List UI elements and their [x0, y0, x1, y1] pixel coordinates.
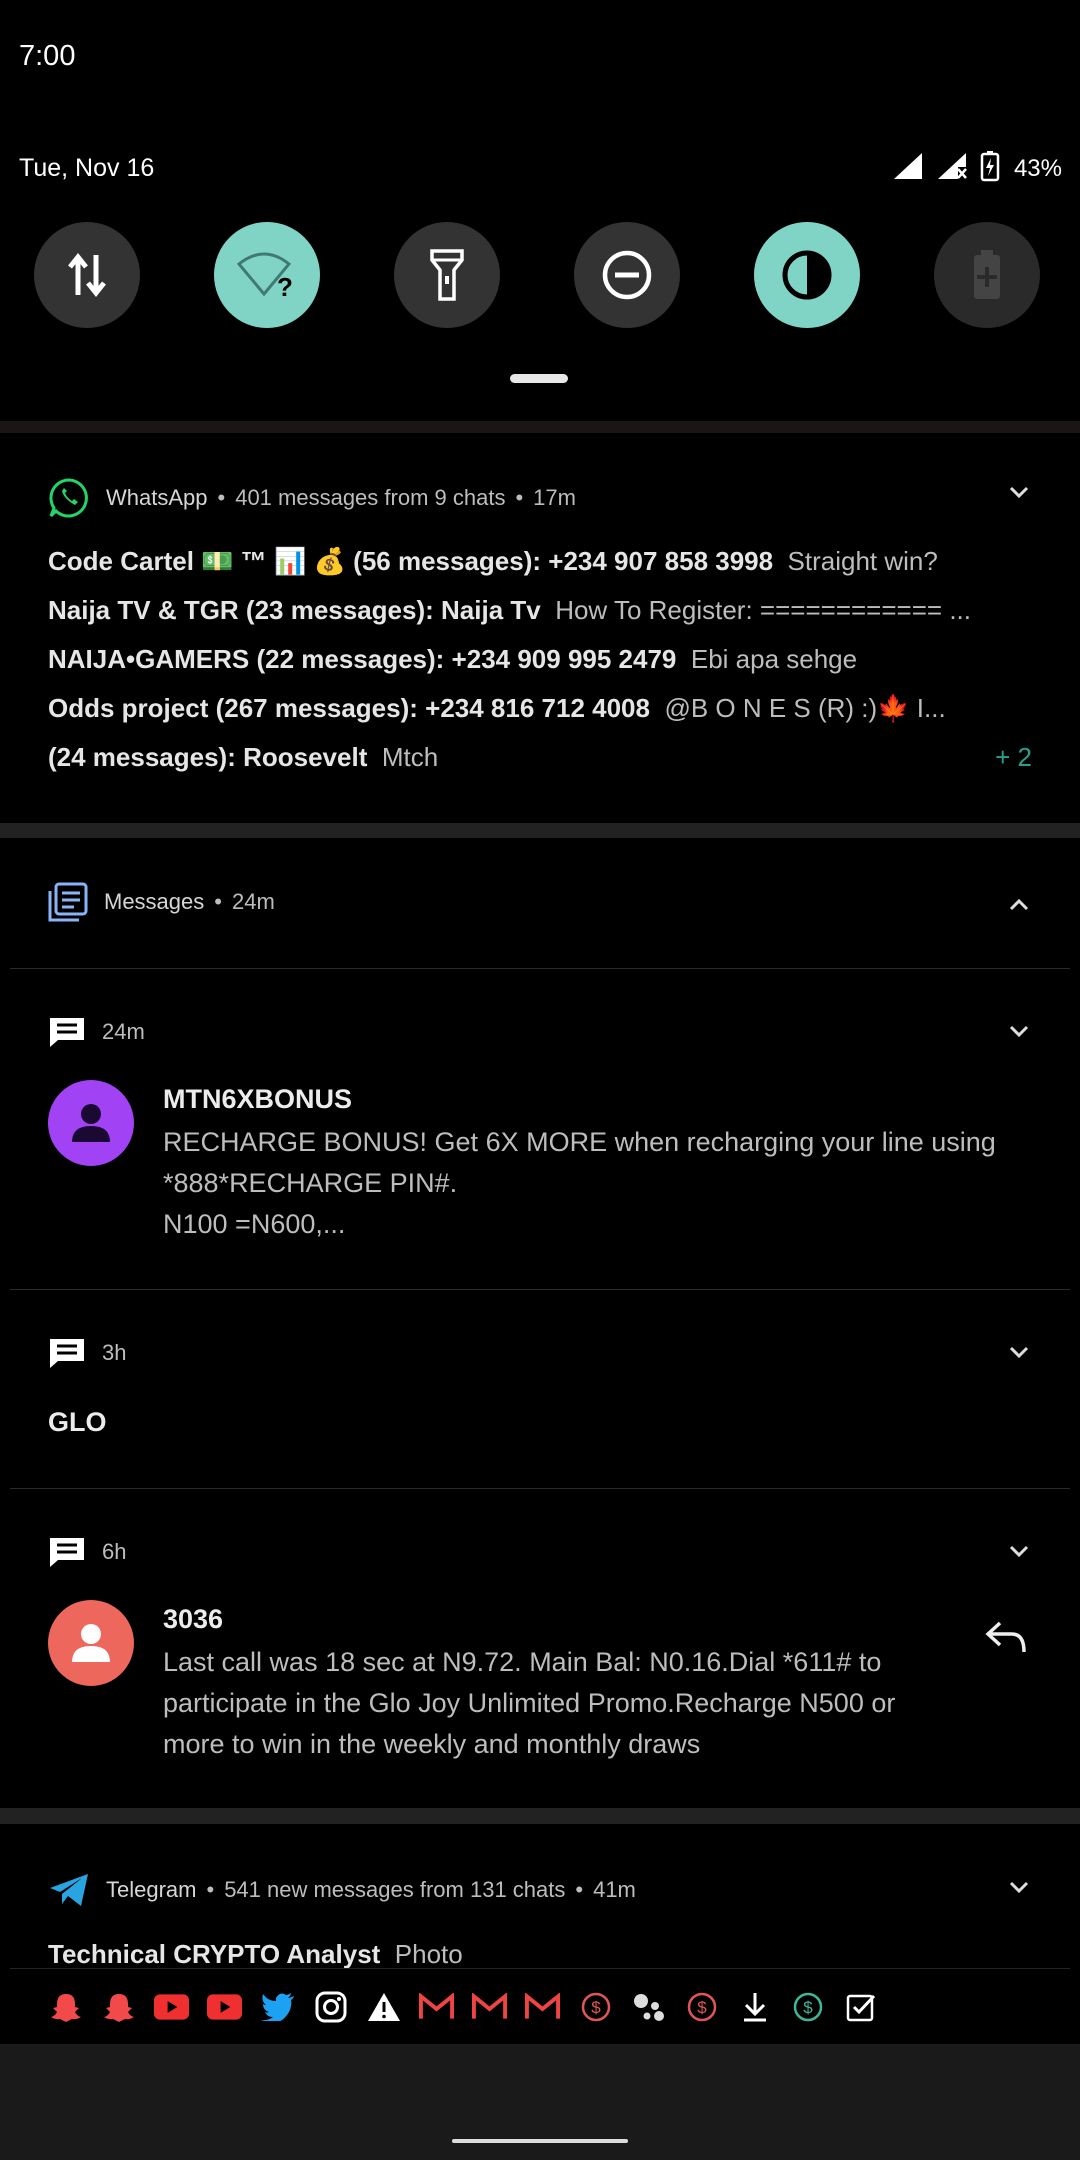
notification-time: 41m	[593, 1877, 636, 1902]
notification-icon-tray: $ $ $	[10, 1968, 1070, 2044]
snapchat-icon	[101, 1989, 136, 2024]
sms-icon	[50, 1018, 84, 1047]
youtube-icon	[207, 1989, 242, 2024]
telegram-line: Technical CRYPTO Analyst Photo	[48, 1939, 463, 1968]
messages-header: Messages • 24m	[48, 882, 275, 922]
message-item-header: 24m	[48, 1016, 145, 1048]
dark-theme-icon	[782, 250, 832, 300]
message-body: Last call was 18 sec at N9.72. Main Bal:…	[163, 1647, 896, 1759]
message-sender: MTN6XBONUS	[163, 1084, 353, 1114]
checkbox-icon	[843, 1989, 878, 2024]
gesture-nav-bar[interactable]	[452, 2139, 628, 2143]
panel-drag-handle[interactable]	[510, 374, 568, 383]
youtube-icon	[154, 1989, 189, 2024]
message-item-header: 6h	[48, 1536, 126, 1568]
battery-percent: 43%	[1013, 154, 1062, 182]
app-name: Telegram	[106, 1877, 197, 1902]
message-sender: 3036	[163, 1604, 224, 1634]
svg-text:?: ?	[277, 272, 293, 300]
quick-settings-row: ?	[34, 222, 1040, 328]
battery-saver-tile[interactable]	[934, 222, 1040, 328]
wifi-tile[interactable]: ?	[214, 222, 320, 328]
whatsapp-line: (24 messages): Roosevelt Mtch	[48, 742, 439, 772]
chevron-down-icon[interactable]	[1008, 1345, 1030, 1364]
assistant-icon	[631, 1989, 666, 2024]
whatsapp-header: WhatsApp • 401 messages from 9 chats • 1…	[48, 477, 576, 519]
person-icon	[72, 1104, 110, 1142]
whatsapp-line: Naija TV & TGR (23 messages): Naija Tv H…	[48, 595, 971, 625]
chevron-down-icon[interactable]	[1008, 1880, 1030, 1899]
app-name: Messages	[104, 889, 205, 914]
date-label[interactable]: Tue, Nov 16	[19, 154, 154, 183]
dark-theme-tile[interactable]	[754, 222, 860, 328]
sms-icon	[50, 1339, 84, 1368]
status-bar-time: 7:00	[19, 40, 76, 72]
mobile-data-tile[interactable]	[34, 222, 140, 328]
card-gap	[0, 1808, 1080, 1824]
do-not-disturb-tile[interactable]	[574, 222, 680, 328]
svg-text:$: $	[591, 1998, 601, 2017]
download-icon	[737, 1989, 772, 2024]
battery-saver-icon	[974, 250, 1000, 299]
dollar-icon: $	[790, 1989, 825, 2024]
notification-time: 24m	[231, 889, 275, 914]
instagram-icon	[313, 1989, 348, 2024]
reply-icon[interactable]	[984, 1620, 1028, 1659]
twitter-icon	[260, 1989, 295, 2024]
person-icon	[72, 1624, 110, 1662]
notification-summary: 401 messages from 9 chats	[235, 485, 506, 510]
telegram-notification[interactable]: Telegram • 541 new messages from 131 cha…	[10, 1824, 1070, 1968]
wallpaper-strip	[0, 421, 1080, 433]
messages-notification-group[interactable]: Messages • 24m 24m MTN6XBONUS RECHARGE B…	[10, 838, 1070, 1808]
whatsapp-line: Odds project (267 messages): +234 816 71…	[48, 693, 946, 723]
notification-summary: 541 new messages from 131 chats	[224, 1877, 566, 1902]
system-icons: 43%	[892, 150, 1062, 187]
whatsapp-notification[interactable]: WhatsApp • 401 messages from 9 chats • 1…	[10, 433, 1070, 823]
message-body: RECHARGE BONUS! Get 6X MORE when recharg…	[163, 1127, 996, 1239]
message-time: 3h	[102, 1340, 127, 1365]
card-gap	[0, 823, 1080, 838]
dollar-icon: $	[684, 1989, 719, 2024]
svg-text:$: $	[803, 1998, 813, 2017]
battery-charging-icon	[980, 150, 1000, 187]
telegram-header: Telegram • 541 new messages from 131 cha…	[48, 1872, 636, 1908]
mobile-data-icon	[68, 252, 106, 298]
flashlight-tile[interactable]	[394, 222, 500, 328]
messages-icon	[48, 882, 88, 922]
cell-signal-icon	[892, 151, 924, 186]
gmail-icon	[419, 1989, 454, 2024]
svg-text:$: $	[697, 1998, 707, 2017]
message-time: 24m	[102, 1019, 145, 1044]
chevron-down-icon[interactable]	[1008, 1544, 1030, 1563]
message-item-header: 3h	[48, 1337, 126, 1369]
flashlight-icon	[430, 249, 464, 301]
message-time: 6h	[102, 1539, 127, 1564]
dollar-icon: $	[578, 1989, 613, 2024]
avatar	[48, 1600, 134, 1686]
chevron-down-icon[interactable]	[1008, 485, 1030, 504]
whatsapp-line: Code Cartel 💵 ™ 📊 💰 (56 messages): +234 …	[48, 546, 938, 576]
gmail-icon	[525, 1989, 560, 2024]
no-sim-signal-icon	[936, 151, 968, 186]
whatsapp-line: NAIJA•GAMERS (22 messages): +234 909 995…	[48, 644, 858, 674]
chevron-down-icon[interactable]	[1008, 1024, 1030, 1043]
quick-settings-panel	[10, 0, 1070, 421]
divider	[10, 1289, 1070, 1290]
avatar	[48, 1080, 134, 1166]
warning-icon	[366, 1989, 401, 2024]
telegram-icon	[50, 1874, 88, 1906]
wifi-question-icon: ?	[237, 252, 293, 300]
notification-time: 17m	[533, 485, 576, 510]
app-name: WhatsApp	[106, 485, 208, 510]
divider	[10, 1488, 1070, 1489]
do-not-disturb-icon	[602, 250, 652, 300]
snapchat-icon	[48, 1989, 83, 2024]
whatsapp-icon	[49, 478, 88, 518]
message-sender: GLO	[48, 1407, 107, 1437]
more-count: + 2	[995, 742, 1032, 772]
chevron-up-icon[interactable]	[1008, 898, 1030, 917]
gmail-icon	[472, 1989, 507, 2024]
sms-icon	[50, 1538, 84, 1567]
divider	[10, 968, 1070, 969]
